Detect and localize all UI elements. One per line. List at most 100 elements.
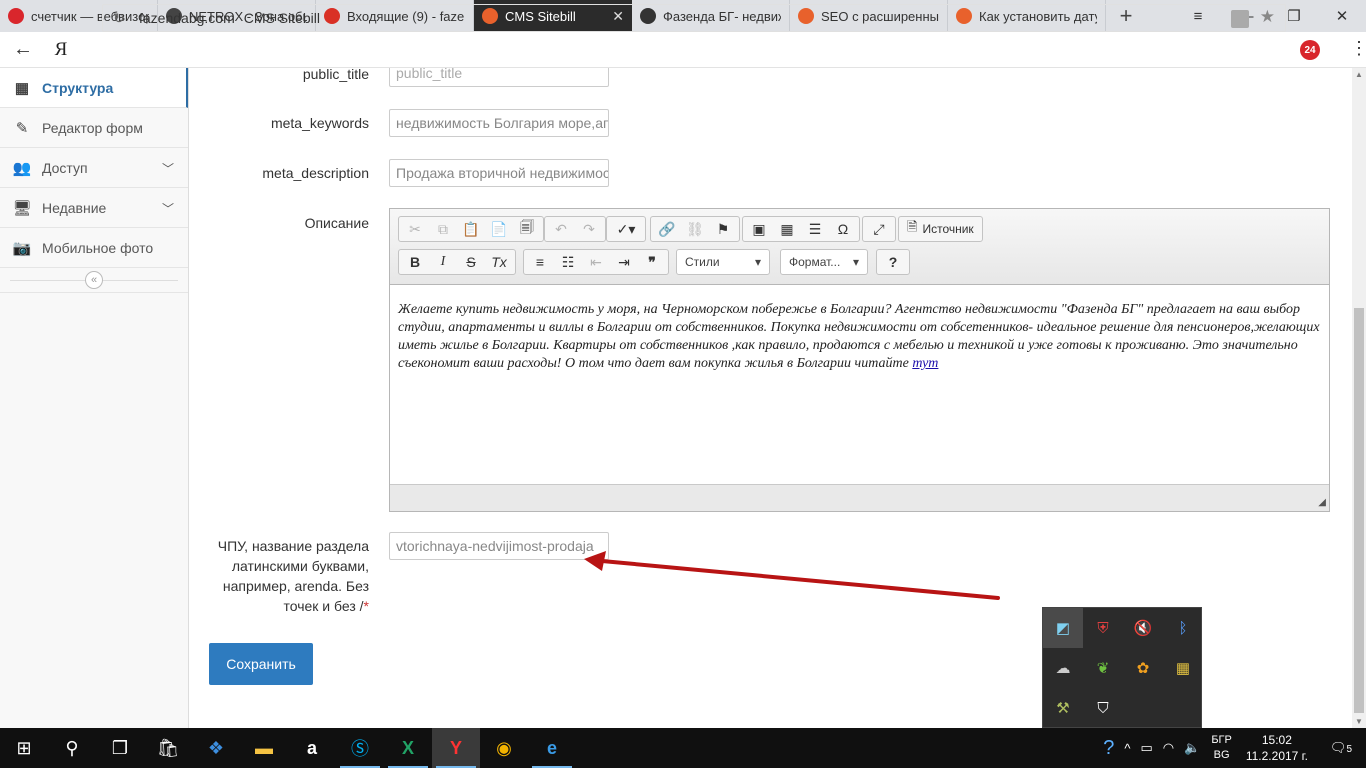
scroll-down-icon[interactable]: ▼ [1355,717,1363,726]
dropbox-icon[interactable]: ❖ [192,728,240,768]
source-icon: 🗎 [907,219,918,234]
scroll-thumb[interactable] [1354,308,1364,713]
yandex-metrica-icon [8,8,24,24]
bluetooth-icon[interactable]: ᛒ [1163,608,1203,648]
meta-description-input[interactable]: Продажа вторичной недвижимости [389,159,609,187]
task-view-icon[interactable]: ❐ [96,728,144,768]
page-scrollbar[interactable]: ▲ ▼ [1352,68,1366,728]
yandex-logo[interactable]: Я [46,39,76,61]
bold-icon[interactable]: B [401,251,429,273]
windows-start-icon[interactable]: ⊞ [0,728,48,768]
lock-icon[interactable] [1231,10,1249,28]
undo-icon[interactable]: ↶ [547,218,575,240]
strike-icon[interactable]: S [457,251,485,273]
chevron-up-icon[interactable]: ^ [1119,741,1135,756]
anchor-flag-icon[interactable]: ⚑ [709,218,737,240]
store-icon[interactable]: 🛍 [144,728,192,768]
wifi-icon[interactable]: ◠ [1158,740,1179,756]
cut-icon[interactable]: ✂ [401,218,429,240]
maximize-icon[interactable]: ⤢ [865,218,893,240]
amazon-icon[interactable]: a [288,728,336,768]
sidebar-item-structure[interactable]: ▦ Структура [0,68,188,108]
spellcheck-icon[interactable]: ✓▾ [609,218,643,240]
blockquote-icon[interactable]: ❞ [638,251,666,273]
edge-icon[interactable]: e [528,728,576,768]
url-field[interactable]: ↻ fazendabg.com CMS Sitebill ★ [102,4,1286,32]
caret-down-icon: ▾ [852,255,859,269]
help-circle-icon[interactable]: ? [1098,737,1119,760]
system-tray-popup: ◩ ⛨ 🔇 ᛒ ☁ ❦ ✿ ▦ ⚒ ⛉ [1042,607,1202,728]
tool-icon[interactable]: ⚒ [1043,688,1083,728]
antivirus-icon[interactable]: ⛨ [1083,608,1123,648]
editor-content[interactable]: Желаете купить недвижимость у моря, на Ч… [390,286,1329,484]
remove-format-icon[interactable]: Tx [485,251,513,273]
clock-date: 11.2.2017 г. [1245,749,1308,763]
input-language[interactable]: БГР BG [1205,733,1238,763]
paste-text-icon[interactable]: 📄 [485,218,513,240]
scroll-up-icon[interactable]: ▲ [1355,70,1363,79]
sidebar-item-access[interactable]: 👥 Доступ ﹀ [0,148,188,188]
reload-icon[interactable]: ↻ [113,10,139,27]
collapse-icon[interactable]: « [85,271,103,289]
save-button[interactable]: Сохранить [209,643,313,685]
numbered-list-icon[interactable]: ≡ [526,251,554,273]
notifications-badge[interactable]: 🗨5 [1316,740,1366,756]
app-tray-icon[interactable]: ◩ [1043,608,1083,648]
extension-badge-icon[interactable]: 24 [1300,40,1320,60]
required-mark: * [363,598,369,614]
redo-icon[interactable]: ↷ [575,218,603,240]
styles-select[interactable]: Стили ▾ [676,249,770,275]
menu-icon[interactable]: ⋮ [1350,38,1366,59]
leaf-icon[interactable]: ❦ [1083,648,1123,688]
special-char-icon[interactable]: Ω [829,218,857,240]
flower-icon[interactable]: ✿ [1123,648,1163,688]
edit-icon: ✎ [15,119,29,137]
help-icon[interactable]: ? [879,251,907,273]
notifications-icon: 🗨 [1329,740,1347,755]
chrome-icon[interactable]: ◉ [480,728,528,768]
search-icon[interactable]: ⚲ [48,728,96,768]
clock[interactable]: 15:02 11.2.2017 г. [1238,732,1316,764]
excel-icon[interactable]: X [384,728,432,768]
link-icon[interactable]: 🔗 [653,218,681,240]
format-select[interactable]: Формат... ▾ [780,249,868,275]
shield-icon[interactable]: ⛉ [1083,688,1123,728]
outdent-icon[interactable]: ⇤ [582,251,610,273]
sidebar-item-form-editor[interactable]: ✎ Редактор форм [0,108,188,148]
meta-keywords-input[interactable]: недвижимость Болгария море,апартаменты [389,109,609,137]
slug-input[interactable]: vtorichnaya-nedvijimost-prodaja [389,532,609,560]
volume-icon[interactable]: 🔈 [1179,740,1205,756]
paste-word-icon[interactable]: 🗐 [513,218,541,240]
sidebar-item-recent[interactable]: 🖥 Недавние ﹀ [0,188,188,228]
chevron-down-icon: ﹀ [161,202,174,216]
description-link[interactable]: тут [912,356,938,371]
bullet-list-icon[interactable]: ☷ [554,251,582,273]
horizontal-line-icon[interactable]: ☰ [801,218,829,240]
source-button[interactable]: 🗎 Источник [898,216,983,242]
indent-icon[interactable]: ⇥ [610,251,638,273]
image-icon[interactable]: ▣ [745,218,773,240]
color-grid-icon[interactable]: ▦ [1163,648,1203,688]
skype-icon[interactable]: Ⓢ [336,728,384,768]
star-icon[interactable]: ★ [1260,7,1275,27]
cloud-icon[interactable]: ☁ [1043,648,1083,688]
paste-icon[interactable]: 📋 [457,218,485,240]
back-arrow-icon[interactable]: ← [0,38,46,61]
meta-keywords-label: meta_keywords [270,115,369,131]
address-bar: ← Я [0,32,1366,68]
file-explorer-icon[interactable]: ▬ [240,728,288,768]
battery-icon[interactable]: ▭ [1136,740,1158,756]
italic-icon[interactable]: I [429,251,457,273]
slug-label-text: ЧПУ, название раздела латинскими буквами… [217,538,369,614]
unlink-icon[interactable]: ⛓ [681,218,709,240]
yandex-browser-icon[interactable]: Y [432,728,480,768]
resize-handle-icon[interactable]: ◢ [1318,497,1326,508]
audio-muted-icon[interactable]: 🔇 [1123,608,1163,648]
close-window-button[interactable]: ✕ [1318,0,1366,32]
sidebar-item-mobile-photo[interactable]: 📷 Мобильное фото [0,228,188,268]
editor-statusbar: ◢ [390,484,1329,511]
copy-icon[interactable]: ⧉ [429,218,457,240]
source-label: Источник [922,222,974,236]
public-title-input[interactable]: public_title [389,68,609,87]
table-icon[interactable]: ▦ [773,218,801,240]
